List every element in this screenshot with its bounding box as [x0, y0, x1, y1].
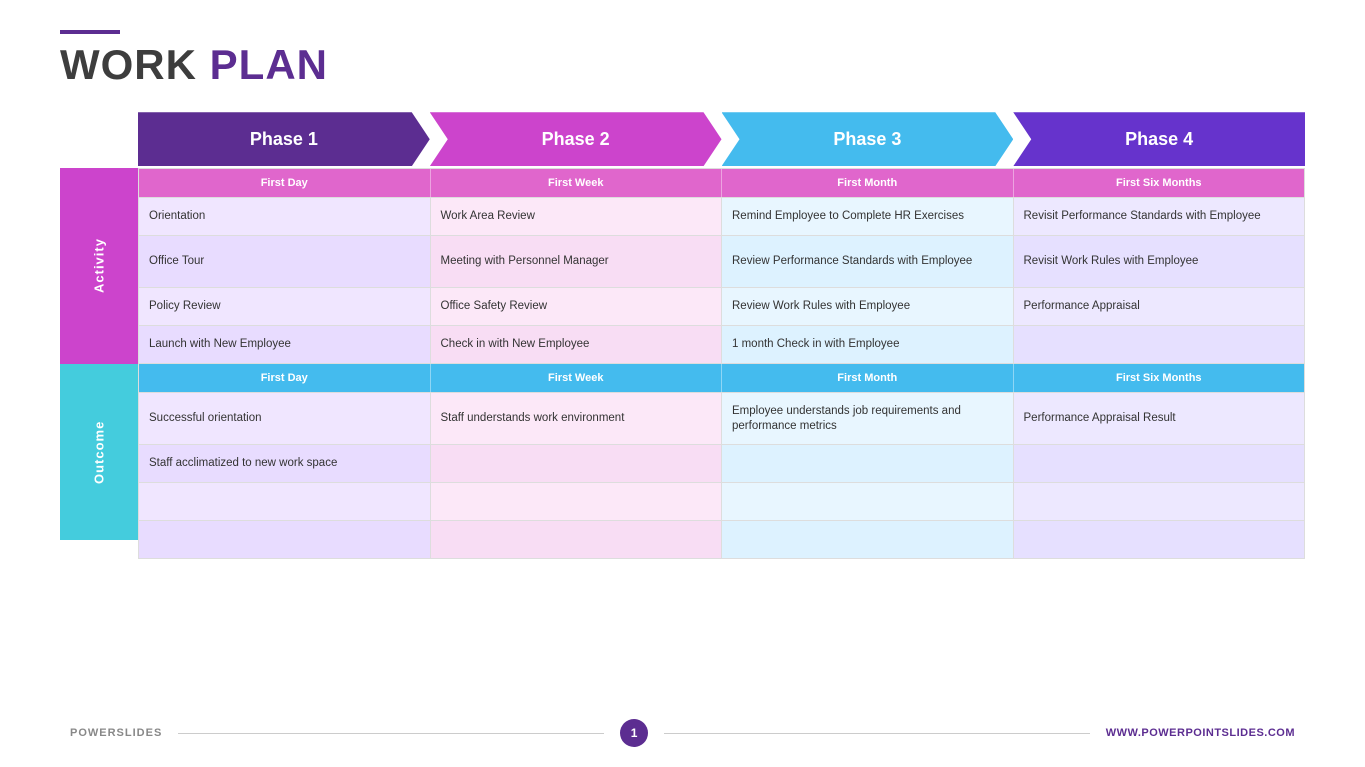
act-r1-c1: Orientation: [139, 198, 431, 235]
activity-header-col2: First Week: [431, 169, 723, 197]
footer: POWERSLIDES 1 WWW.POWERPOINTSLIDES.COM: [60, 719, 1305, 747]
page-title: WORK PLAN: [60, 42, 1305, 88]
phase2-label: Phase 2: [542, 129, 610, 150]
out-r4-c4: [1014, 521, 1305, 558]
table-row: Successful orientation Staff understands…: [139, 392, 1304, 444]
outcome-header-col4: First Six Months: [1014, 364, 1305, 392]
act-r4-c4: [1014, 326, 1305, 363]
activity-header-col3: First Month: [722, 169, 1014, 197]
phase1-label: Phase 1: [250, 129, 318, 150]
act-r3-c1: Policy Review: [139, 288, 431, 325]
out-r3-c4: [1014, 483, 1305, 520]
table-wrapper: Phase 1 Phase 2 Phase 3 Phase 4 Activity…: [60, 112, 1305, 705]
phase-row: Phase 1 Phase 2 Phase 3 Phase 4: [138, 112, 1305, 166]
footer-brand: POWERSLIDES: [70, 727, 162, 739]
act-r2-c4: Revisit Work Rules with Employee: [1014, 236, 1305, 287]
table-row: Launch with New Employee Check in with N…: [139, 325, 1304, 363]
page: WORK PLAN Phase 1 Phase 2 Phase 3 Phase …: [0, 0, 1365, 767]
act-r1-c3: Remind Employee to Complete HR Exercises: [722, 198, 1014, 235]
footer-line-right: [664, 733, 1090, 734]
table-row: Office Tour Meeting with Personnel Manag…: [139, 235, 1304, 287]
activity-header-col4: First Six Months: [1014, 169, 1305, 197]
out-r1-c3: Employee understands job requirements an…: [722, 393, 1014, 444]
activity-header-col1: First Day: [139, 169, 431, 197]
footer-url: WWW.POWERPOINTSLIDES.COM: [1106, 727, 1295, 739]
activity-label: Activity: [60, 168, 138, 364]
phase2-arrow: Phase 2: [430, 112, 722, 166]
outcome-data-rows: Successful orientation Staff understands…: [139, 392, 1304, 558]
out-r2-c1: Staff acclimatized to new work space: [139, 445, 431, 482]
phase1-arrow: Phase 1: [138, 112, 430, 166]
act-r2-c2: Meeting with Personnel Manager: [431, 236, 723, 287]
out-r2-c3: [722, 445, 1014, 482]
act-r4-c3: 1 month Check in with Employee: [722, 326, 1014, 363]
out-r4-c1: [139, 521, 431, 558]
side-label-col: Activity Outcome: [60, 168, 138, 705]
outcome-section: First Day First Week First Month First S…: [138, 364, 1305, 559]
out-r2-c2: [431, 445, 723, 482]
out-r1-c4: Performance Appraisal Result: [1014, 393, 1305, 444]
table-row: [139, 520, 1304, 558]
table-row: Staff acclimatized to new work space: [139, 444, 1304, 482]
out-r3-c3: [722, 483, 1014, 520]
phase4-arrow: Phase 4: [1013, 112, 1305, 166]
out-r1-c2: Staff understands work environment: [431, 393, 723, 444]
phase4-label: Phase 4: [1125, 129, 1193, 150]
grid-content: First Day First Week First Month First S…: [138, 168, 1305, 705]
out-r2-c4: [1014, 445, 1305, 482]
act-r2-c1: Office Tour: [139, 236, 431, 287]
phase3-label: Phase 3: [833, 129, 901, 150]
act-r3-c2: Office Safety Review: [431, 288, 723, 325]
act-r4-c2: Check in with New Employee: [431, 326, 723, 363]
activity-data-rows: Orientation Work Area Review Remind Empl…: [139, 197, 1304, 363]
out-r1-c1: Successful orientation: [139, 393, 431, 444]
out-r4-c3: [722, 521, 1014, 558]
phase3-arrow: Phase 3: [722, 112, 1014, 166]
table-row: Orientation Work Area Review Remind Empl…: [139, 197, 1304, 235]
out-r3-c1: [139, 483, 431, 520]
footer-line-left: [178, 733, 604, 734]
activity-header-row: First Day First Week First Month First S…: [139, 169, 1304, 197]
act-r1-c4: Revisit Performance Standards with Emplo…: [1014, 198, 1305, 235]
outcome-label: Outcome: [60, 364, 138, 540]
outcome-header-row: First Day First Week First Month First S…: [139, 364, 1304, 392]
title-plan: PLAN: [210, 41, 328, 88]
act-r2-c3: Review Performance Standards with Employ…: [722, 236, 1014, 287]
title-work: WORK: [60, 41, 197, 88]
activity-section: First Day First Week First Month First S…: [138, 168, 1305, 364]
out-r3-c2: [431, 483, 723, 520]
outcome-header-col2: First Week: [431, 364, 723, 392]
outcome-header-col1: First Day: [139, 364, 431, 392]
table-row: Policy Review Office Safety Review Revie…: [139, 287, 1304, 325]
act-r1-c2: Work Area Review: [431, 198, 723, 235]
header-line: [60, 30, 120, 34]
act-r4-c1: Launch with New Employee: [139, 326, 431, 363]
act-r3-c3: Review Work Rules with Employee: [722, 288, 1014, 325]
out-r4-c2: [431, 521, 723, 558]
footer-page-number: 1: [620, 719, 648, 747]
table-row: [139, 482, 1304, 520]
act-r3-c4: Performance Appraisal: [1014, 288, 1305, 325]
outcome-header-col3: First Month: [722, 364, 1014, 392]
grid-area: Activity Outcome First Day First Week Fi…: [60, 168, 1305, 705]
